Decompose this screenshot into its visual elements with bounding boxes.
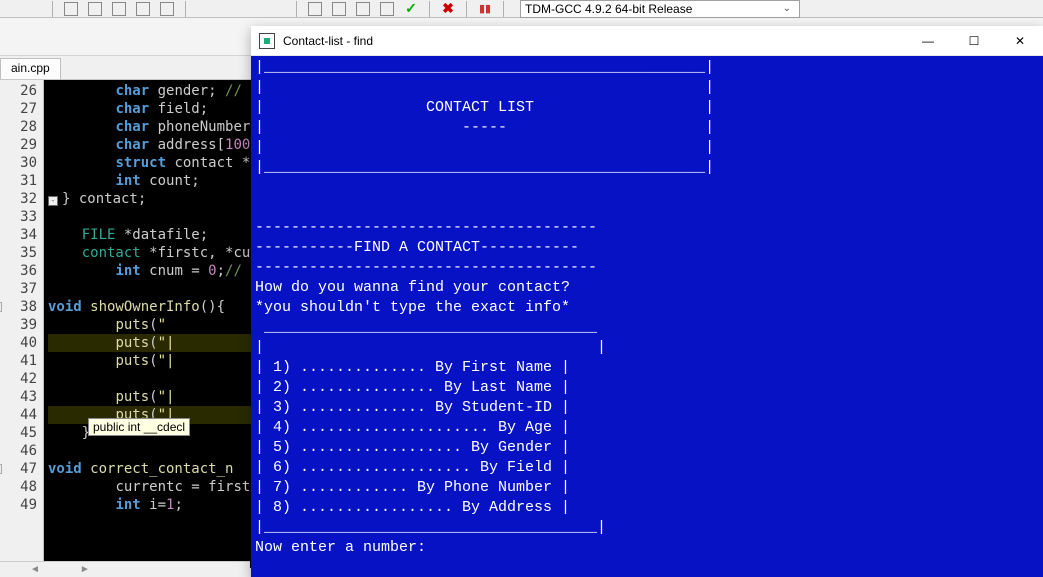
chart-icon[interactable]: ▮▮: [477, 1, 493, 17]
toolbar-icon[interactable]: [135, 1, 151, 17]
toolbar-grid-icon[interactable]: [379, 1, 395, 17]
minimize-button[interactable]: —: [905, 26, 951, 56]
toolbar-icon[interactable]: [87, 1, 103, 17]
chevron-down-icon: ⌄: [783, 3, 791, 14]
console-titlebar[interactable]: Contact-list - find — ☐ ✕: [251, 26, 1043, 56]
editor-scrollbar[interactable]: ◄ ►: [0, 561, 250, 577]
line-gutter: 2627282930313233343536373839404142434445…: [0, 80, 44, 568]
tab-file[interactable]: ain.cpp: [0, 58, 61, 79]
compiler-select[interactable]: TDM-GCC 4.9.2 64-bit Release ⌄: [520, 0, 800, 18]
compiler-label: TDM-GCC 4.9.2 64-bit Release: [525, 2, 692, 16]
console-title: Contact-list - find: [283, 34, 373, 48]
console-app-icon: [259, 33, 275, 49]
toolbar-grid-icon[interactable]: [355, 1, 371, 17]
toolbar-grid-icon[interactable]: [307, 1, 323, 17]
scroll-left-icon[interactable]: ◄: [30, 564, 40, 575]
console-window: Contact-list - find — ☐ ✕ |_____________…: [251, 26, 1043, 577]
ide-toolbar: ✓ ✖ ▮▮ TDM-GCC 4.9.2 64-bit Release ⌄: [0, 0, 1043, 18]
toolbar-icon[interactable]: [63, 1, 79, 17]
toolbar-icon[interactable]: [111, 1, 127, 17]
toolbar-grid-icon[interactable]: [331, 1, 347, 17]
console-output[interactable]: |_______________________________________…: [251, 56, 1043, 577]
tab-label: ain.cpp: [11, 61, 50, 75]
toolbar-icon[interactable]: [159, 1, 175, 17]
close-button[interactable]: ✕: [997, 26, 1043, 56]
maximize-button[interactable]: ☐: [951, 26, 997, 56]
code-tooltip: public int __cdecl: [88, 418, 190, 436]
cancel-icon[interactable]: ✖: [440, 1, 456, 17]
check-icon[interactable]: ✓: [403, 1, 419, 17]
scroll-right-icon[interactable]: ►: [80, 564, 90, 575]
